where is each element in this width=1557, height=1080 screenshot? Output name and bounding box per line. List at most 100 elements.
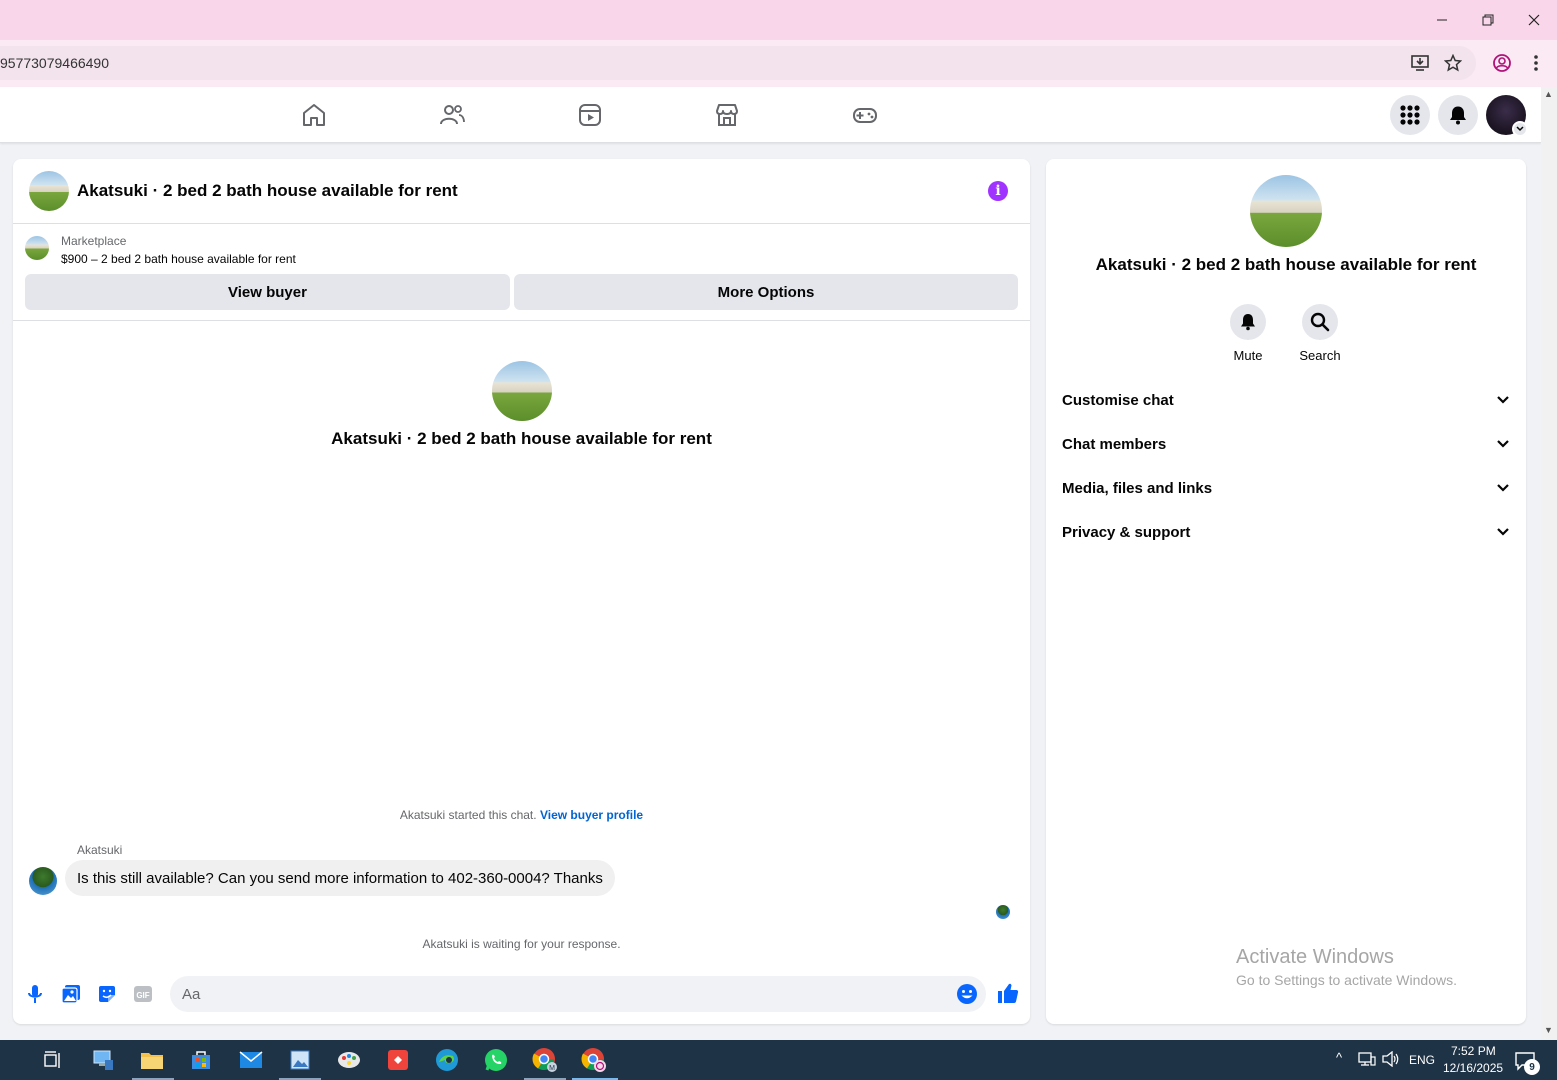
photos-app-icon[interactable] bbox=[286, 1046, 314, 1074]
chat-info-panel: Akatsuki · 2 bed 2 bath house available … bbox=[1046, 159, 1526, 1024]
paint-icon[interactable] bbox=[335, 1046, 363, 1074]
marketplace-label: Marketplace bbox=[61, 234, 127, 248]
search-label: Search bbox=[1299, 348, 1341, 363]
grid-icon bbox=[1400, 105, 1420, 125]
listing-thumbnail[interactable] bbox=[25, 236, 49, 260]
scroll-down-icon[interactable]: ▼ bbox=[1544, 1025, 1553, 1035]
divider bbox=[13, 320, 1030, 321]
menu-grid-button[interactable] bbox=[1390, 95, 1430, 135]
more-options-button[interactable]: More Options bbox=[514, 274, 1018, 310]
view-buyer-button[interactable]: View buyer bbox=[25, 274, 510, 310]
emoji-icon[interactable] bbox=[956, 983, 978, 1005]
chevron-down-icon bbox=[1497, 484, 1509, 492]
photo-icon[interactable] bbox=[60, 983, 82, 1005]
message-bubble[interactable]: Is this still available? Can you send mo… bbox=[65, 860, 615, 896]
conversation-avatar[interactable] bbox=[492, 361, 552, 421]
section-chat-members[interactable]: Chat members bbox=[1062, 422, 1510, 466]
conversation-title: Akatsuki · 2 bed 2 bath house available … bbox=[331, 429, 712, 448]
notifications-button[interactable] bbox=[1438, 95, 1478, 135]
section-customise-chat[interactable]: Customise chat bbox=[1062, 378, 1510, 422]
seen-receipt-avatar bbox=[996, 905, 1010, 919]
install-app-icon[interactable] bbox=[1409, 52, 1431, 74]
sender-avatar[interactable] bbox=[29, 867, 57, 895]
browser-toolbar: 95773079466490 bbox=[0, 40, 1557, 87]
bell-icon bbox=[1450, 106, 1466, 125]
whatsapp-icon[interactable] bbox=[482, 1046, 510, 1074]
chevron-down-icon[interactable] bbox=[1512, 121, 1528, 137]
activate-windows-subtitle: Go to Settings to activate Windows. bbox=[1236, 972, 1457, 988]
view-buyer-profile-link[interactable]: View buyer profile bbox=[540, 808, 643, 822]
edge-icon[interactable] bbox=[433, 1046, 461, 1074]
tray-chevron-up-icon[interactable]: ^ bbox=[1336, 1050, 1342, 1065]
page-scrollbar[interactable]: ▲ ▼ bbox=[1541, 87, 1557, 1040]
chevron-down-icon bbox=[1497, 528, 1509, 536]
info-title: Akatsuki · 2 bed 2 bath house available … bbox=[1095, 255, 1477, 274]
svg-text:M: M bbox=[549, 1065, 555, 1072]
chat-panel: Akatsuki · 2 bed 2 bath house available … bbox=[13, 159, 1030, 1024]
chat-title[interactable]: Akatsuki · 2 bed 2 bath house available … bbox=[77, 181, 458, 201]
sender-name: Akatsuki bbox=[77, 843, 123, 857]
mute-label: Mute bbox=[1233, 348, 1263, 363]
scroll-up-icon[interactable]: ▲ bbox=[1544, 89, 1553, 99]
minimize-icon bbox=[1437, 19, 1447, 21]
mute-action[interactable]: Mute bbox=[1218, 304, 1278, 363]
message-input[interactable] bbox=[182, 976, 942, 1012]
mail-icon[interactable] bbox=[237, 1046, 265, 1074]
info-icon[interactable]: i bbox=[988, 181, 1008, 201]
url-text: 95773079466490 bbox=[0, 55, 110, 71]
mute-button[interactable] bbox=[1230, 304, 1266, 340]
search-icon bbox=[1310, 312, 1330, 332]
chat-header-avatar[interactable] bbox=[29, 171, 69, 211]
chevron-down-icon bbox=[1497, 396, 1509, 404]
restore-icon bbox=[1482, 14, 1494, 26]
clock-time[interactable]: 7:52 PM bbox=[1451, 1044, 1496, 1058]
bookmark-star-icon[interactable] bbox=[1442, 52, 1464, 74]
restore-button[interactable] bbox=[1465, 0, 1511, 40]
bell-icon bbox=[1241, 314, 1255, 331]
chat-started-text: Akatsuki started this chat. bbox=[399, 808, 537, 822]
svg-text:GIF: GIF bbox=[136, 991, 149, 1000]
gaming-icon[interactable] bbox=[851, 101, 879, 129]
file-explorer-icon[interactable] bbox=[138, 1046, 166, 1074]
browser-menu-icon[interactable] bbox=[1525, 52, 1547, 74]
sticker-icon[interactable] bbox=[96, 983, 118, 1005]
task-view-icon[interactable] bbox=[39, 1046, 67, 1074]
volume-icon[interactable] bbox=[1380, 1048, 1402, 1070]
section-media-files-links[interactable]: Media, files and links bbox=[1062, 466, 1510, 510]
section-label: Chat members bbox=[1062, 435, 1167, 453]
like-thumb-icon[interactable] bbox=[996, 981, 1020, 1005]
activate-windows-title: Activate Windows bbox=[1236, 946, 1394, 968]
language-indicator[interactable]: ENG bbox=[1409, 1053, 1435, 1067]
store-icon[interactable] bbox=[187, 1046, 215, 1074]
chrome-profile-active-icon[interactable] bbox=[580, 1046, 608, 1074]
chat-started-notice: Akatsuki started this chat. View buyer p… bbox=[13, 808, 1030, 822]
device-manager-icon[interactable] bbox=[89, 1046, 117, 1074]
listing-title[interactable]: $900 – 2 bed 2 bath house available for … bbox=[61, 252, 296, 266]
video-icon[interactable] bbox=[576, 101, 604, 129]
marketplace-icon[interactable] bbox=[713, 101, 741, 129]
section-label: Customise chat bbox=[1062, 391, 1174, 409]
friends-icon[interactable] bbox=[438, 101, 466, 129]
gif-icon[interactable]: GIF bbox=[132, 983, 154, 1005]
minimize-button[interactable] bbox=[1419, 0, 1465, 40]
profile-icon[interactable] bbox=[1491, 52, 1513, 74]
info-avatar[interactable] bbox=[1250, 175, 1322, 247]
anydesk-icon[interactable] bbox=[384, 1046, 412, 1074]
address-bar[interactable]: 95773079466490 bbox=[0, 46, 1476, 80]
close-button[interactable] bbox=[1511, 0, 1557, 40]
windows-taskbar: M ^ ENG 7:52 PM 12/16/2025 9 bbox=[0, 1040, 1557, 1080]
window-titlebar bbox=[0, 0, 1557, 40]
search-button[interactable] bbox=[1302, 304, 1338, 340]
clock-date[interactable]: 12/16/2025 bbox=[1443, 1061, 1503, 1075]
section-privacy-support[interactable]: Privacy & support bbox=[1062, 510, 1510, 554]
message-composer[interactable] bbox=[170, 976, 986, 1012]
network-icon[interactable] bbox=[1356, 1048, 1378, 1070]
chrome-profile-m-icon[interactable]: M bbox=[531, 1046, 559, 1074]
search-action[interactable]: Search bbox=[1290, 304, 1350, 363]
divider bbox=[13, 223, 1030, 224]
facebook-header bbox=[0, 87, 1541, 143]
notification-count-badge: 9 bbox=[1524, 1059, 1540, 1075]
microphone-icon[interactable] bbox=[24, 983, 46, 1005]
home-icon[interactable] bbox=[300, 101, 328, 129]
close-icon bbox=[1528, 14, 1540, 26]
